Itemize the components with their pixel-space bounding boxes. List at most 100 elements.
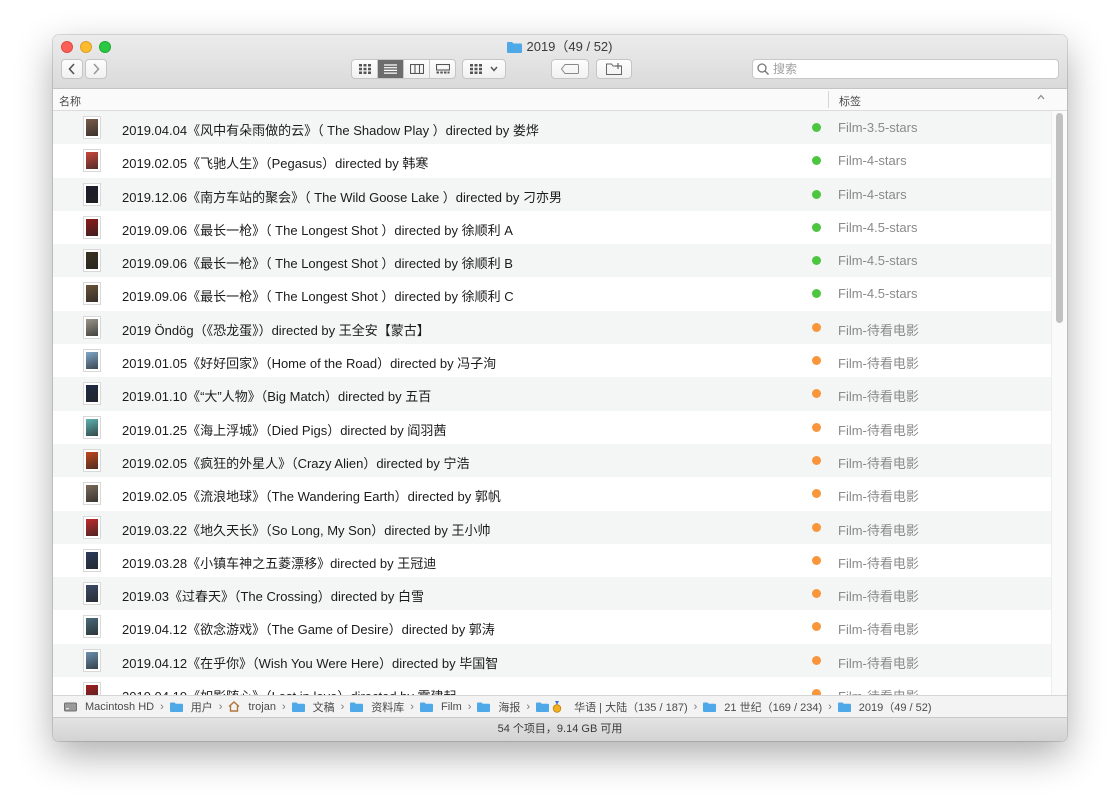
path-item-label: 2019（49 / 52) [858,701,932,714]
name-column-header[interactable]: 名称 [59,93,81,109]
path-item[interactable]: 2019（49 / 52) [837,699,932,715]
path-separator: › [526,700,531,713]
folder-icon [507,42,523,53]
path-item[interactable]: 资料库 [350,699,404,715]
path-item[interactable]: 海报 [477,699,520,715]
search-field[interactable] [752,59,1059,79]
new-folder-button[interactable] [596,59,632,79]
group-options-button[interactable] [462,59,506,79]
file-name[interactable]: 2019.02.05《飞驰人生》（Pegasus）directed by 韩寒 [122,153,428,172]
file-tag: Film-待看电影 [838,686,919,695]
path-item[interactable]: trojan [228,701,276,713]
tag-color-dot [812,123,821,132]
tag-icon [561,64,579,74]
poster-thumbnail-icon [83,315,101,339]
tag-color-dot [812,389,821,399]
column-divider[interactable] [828,91,829,108]
file-tag: Film-待看电影 [838,489,919,505]
path-item-label: 21 世纪（169 / 234) [724,701,823,714]
folder-medal-icon [536,700,570,713]
gallery-view-button[interactable] [430,60,455,78]
file-tag: Film-待看电影 [838,389,919,405]
file-name[interactable]: 2019.01.25《海上浮城》（Died Pigs）directed by 阎… [122,420,446,439]
file-name[interactable]: 2019.04.12《在乎你》（Wish You Were Here）direc… [122,653,498,672]
back-button[interactable] [61,59,83,79]
file-name[interactable]: 2019.02.05《疯狂的外星人》（Crazy Alien）directed … [122,453,470,472]
file-row[interactable]: 2019.04.12《欲念游戏》（The Game of Desire）dire… [53,610,1051,643]
path-item[interactable]: Macintosh HD [64,701,154,713]
tag-color-dot [812,189,821,199]
column-view-button[interactable] [404,60,430,78]
file-name[interactable]: 2019.09.06《最长一枪》（ The Longest Shot ）dire… [122,286,514,305]
path-item[interactable]: 华语 | 大陆（135 / 187) [536,699,688,715]
tag-color-dot [812,256,821,266]
status-bar: 54 个项目，9.14 GB 可用 [53,717,1067,741]
file-row[interactable]: 2019.01.25《海上浮城》（Died Pigs）directed by 阎… [53,411,1051,444]
edit-tags-button[interactable] [551,59,589,79]
poster-thumbnail-icon [83,515,101,539]
path-item-label: 海报 [498,701,521,714]
icon-view-button[interactable] [352,60,378,78]
file-row[interactable]: 2019.09.06《最长一枪》（ The Longest Shot ）dire… [53,211,1051,244]
poster-thumbnail-icon [83,448,101,472]
search-icon [757,63,769,75]
file-name[interactable]: 2019.04.19《如影随心》（Lost in love）directed b… [122,686,457,695]
folder-icon [350,702,367,712]
poster-thumbnail-icon [83,116,101,139]
file-row[interactable]: 2019.02.05《流浪地球》（The Wandering Earth）dir… [53,477,1051,510]
file-row[interactable]: 2019.04.12《在乎你》（Wish You Were Here）direc… [53,643,1051,678]
file-name[interactable]: 2019.09.06《最长一枪》（ The Longest Shot ）dire… [122,220,513,239]
file-row[interactable]: 2019.03.28《小镇车神之五菱漂移》directed by 王冠迪 Film… [53,544,1051,577]
file-row[interactable]: 2019.04.04《风中有朵雨做的云》（ The Shadow Play ）d… [53,111,1051,145]
file-row[interactable]: 2019.02.05《飞驰人生》（Pegasus）directed by 韩寒 F… [53,144,1051,177]
folder-icon [291,702,309,712]
tag-color-dot [812,322,821,332]
file-name[interactable]: 2019.09.06《最长一枪》（ The Longest Shot ）dire… [122,253,513,272]
file-name[interactable]: 2019.03.28《小镇车神之五菱漂移》directed by 王冠迪 [122,553,436,572]
forward-button[interactable] [85,59,107,79]
file-name[interactable]: 2019.04.04《风中有朵雨做的云》（ The Shadow Play ）d… [122,120,539,139]
file-name[interactable]: 2019.02.05《流浪地球》（The Wandering Earth）dir… [122,486,501,505]
file-row[interactable]: 2019.03《过春天》（The Crossing）directed by 白雪… [53,577,1051,611]
file-row[interactable]: 2019.01.05《好好回家》（Home of the Road）direct… [53,344,1051,377]
file-name[interactable]: 2019.01.05《好好回家》（Home of the Road）direct… [122,353,496,372]
file-row[interactable]: 2019.04.19《如影随心》（Lost in love）directed b… [53,677,1051,695]
file-row[interactable]: 2019.03.22《地久天长》（So Long, My Son）directe… [53,510,1051,544]
window-title: 2019（49 / 52) [53,39,1067,55]
file-name[interactable]: 2019.03《过春天》（The Crossing）directed by 白雪 [122,586,424,605]
file-name[interactable]: 2019.01.10《“大”人物》（Big Match）directed by … [122,386,431,405]
path-item[interactable]: Film [419,701,462,713]
file-name[interactable]: 2019.12.06《南方车站的聚会》（ The Wild Goose Lake… [122,187,562,206]
poster-thumbnail-icon [83,215,101,239]
sort-ascending-icon[interactable] [1037,94,1045,100]
scrollbar-thumb[interactable] [1056,113,1063,323]
file-tag: Film-4.5-stars [838,219,918,235]
status-text: 54 个项目，9.14 GB 可用 [497,723,623,735]
vertical-scrollbar[interactable] [1051,111,1067,695]
finder-window: 2019（49 / 52) 搜索 名称 标签 2019.04.04《风中有朵雨做… [53,35,1067,741]
file-row[interactable]: 2019.01.10《“大”人物》（Big Match）directed by … [53,377,1051,411]
file-row[interactable]: 2019 Öndög（《恐龙蛋》）directed by 王全安【蒙古】 Film… [53,310,1051,345]
file-name[interactable]: 2019 Öndög（《恐龙蛋》）directed by 王全安【蒙古】 [122,320,430,339]
tag-color-dot [812,555,821,565]
path-item-label: trojan [248,700,276,713]
path-item-label: Macintosh HD [85,700,155,713]
path-item[interactable]: 用户 [169,699,213,715]
file-name[interactable]: 2019.04.12《欲念游戏》（The Game of Desire）dire… [122,619,495,638]
file-row[interactable]: 2019.09.06《最长一枪》（ The Longest Shot ）dire… [53,244,1051,278]
tag-color-dot [812,655,821,665]
file-row[interactable]: 2019.02.05《疯狂的外星人》（Crazy Alien）directed … [53,443,1051,478]
path-item[interactable]: 文稿 [291,699,335,715]
file-row[interactable]: 2019.09.06《最长一枪》（ The Longest Shot ）dire… [53,277,1051,310]
poster-thumbnail-icon [83,149,101,173]
path-item-label: 资料库 [371,701,405,714]
path-item[interactable]: 21 世纪（169 / 234) [703,699,822,715]
search-input[interactable] [773,62,1043,76]
tags-column-header[interactable]: 标签 [839,93,861,109]
path-bar: Macintosh HD › 用户 › trojan › 文稿 › 资料库 › Film › 海报 › 华语… [53,695,1067,717]
file-name[interactable]: 2019.03.22《地久天长》（So Long, My Son）directe… [122,520,491,539]
file-row[interactable]: 2019.12.06《南方车站的聚会》（ The Wild Goose Lake… [53,177,1051,211]
file-list: 2019.04.04《风中有朵雨做的云》（ The Shadow Play ）d… [53,111,1051,695]
poster-thumbnail-icon [83,415,101,439]
list-view-button[interactable] [378,60,404,78]
